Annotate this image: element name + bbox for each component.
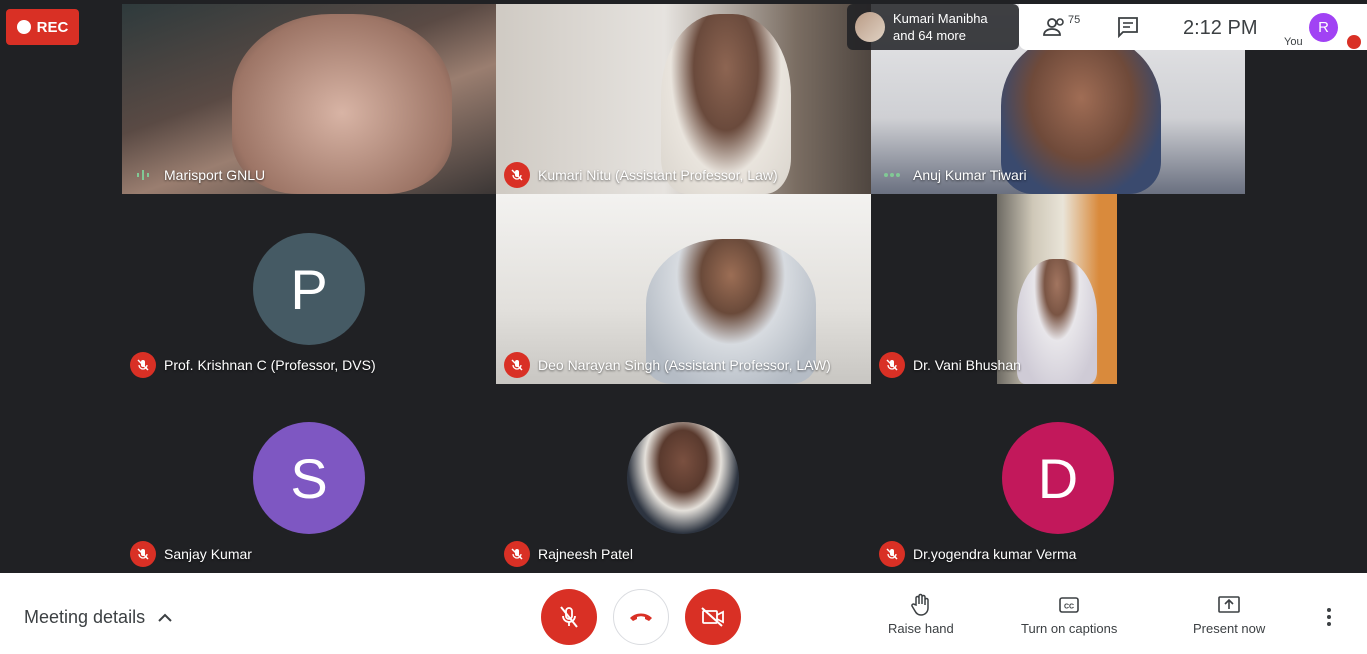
- self-view[interactable]: You R: [1281, 4, 1367, 50]
- participant-tile[interactable]: Deo Narayan Singh (Assistant Professor, …: [496, 194, 871, 384]
- recording-label: REC: [36, 18, 69, 36]
- microphone-toggle-button[interactable]: [541, 589, 597, 645]
- participant-name: Kumari Nitu (Assistant Professor, Law): [538, 167, 778, 183]
- other-participants-chip[interactable]: Kumari Manibha and 64 more: [847, 4, 1019, 50]
- participant-name: Deo Narayan Singh (Assistant Professor, …: [538, 357, 831, 373]
- mic-off-icon: [560, 606, 578, 628]
- camera-toggle-button[interactable]: [685, 589, 741, 645]
- others-name: Kumari Manibha: [893, 11, 988, 26]
- participant-tile[interactable]: Rajneesh Patel: [496, 384, 871, 573]
- control-bar: Meeting details Raise hand CC Turn on ca…: [0, 573, 1367, 654]
- muted-mic-icon: [130, 352, 156, 378]
- record-dot-icon: [16, 20, 31, 34]
- speaking-indicator-icon: [130, 162, 156, 188]
- meeting-details-label: Meeting details: [24, 607, 146, 627]
- top-info-bar: 75 2:12 PM: [1019, 4, 1281, 50]
- participant-tile[interactable]: Marisport GNLU: [122, 4, 496, 194]
- self-muted-icon: [1347, 35, 1361, 49]
- participant-avatar: [627, 422, 739, 534]
- muted-mic-icon: [879, 541, 905, 567]
- leave-call-button[interactable]: [613, 589, 669, 645]
- more-vert-icon: [1327, 608, 1331, 626]
- participant-name: Sanjay Kumar: [164, 546, 252, 562]
- hang-up-icon: [630, 613, 652, 621]
- present-now-label: Present now: [1193, 621, 1266, 636]
- clock: 2:12 PM: [1183, 17, 1258, 39]
- participant-avatar: S: [253, 422, 365, 534]
- participant-name: Dr. Vani Bhushan: [913, 357, 1021, 373]
- muted-mic-icon: [130, 541, 156, 567]
- participant-count: 75: [1068, 14, 1081, 26]
- participant-tile[interactable]: D Dr.yogendra kumar Verma: [871, 384, 1245, 573]
- svg-text:CC: CC: [1064, 604, 1074, 611]
- meeting-details-button[interactable]: Meeting details: [24, 607, 173, 628]
- chat-icon: [1118, 17, 1138, 39]
- participant-name: Prof. Krishnan C (Professor, DVS): [164, 357, 376, 373]
- captions-button[interactable]: CC Turn on captions: [1021, 593, 1117, 636]
- participant-avatar: D: [1002, 422, 1114, 534]
- participant-name: Rajneesh Patel: [538, 546, 633, 562]
- self-avatar: R: [1309, 13, 1338, 42]
- others-more: and 64 more: [893, 28, 966, 43]
- present-screen-icon: [1218, 596, 1240, 613]
- participant-thumbnail: [855, 12, 885, 42]
- muted-mic-icon: [879, 352, 905, 378]
- participant-tile[interactable]: S Sanjay Kumar: [122, 384, 496, 573]
- speaking-indicator-icon: [879, 162, 905, 188]
- chat-button[interactable]: [1117, 16, 1139, 43]
- hand-icon: [911, 593, 929, 616]
- self-label: You: [1284, 36, 1303, 48]
- people-icon: [1043, 18, 1064, 36]
- more-options-button[interactable]: [1326, 607, 1332, 632]
- participant-tile[interactable]: Kumari Nitu (Assistant Professor, Law): [496, 4, 871, 194]
- camera-off-icon: [701, 607, 724, 627]
- muted-mic-icon: [504, 352, 530, 378]
- raise-hand-label: Raise hand: [888, 621, 954, 636]
- participant-name: Anuj Kumar Tiwari: [913, 167, 1027, 183]
- participant-tile[interactable]: P Prof. Krishnan C (Professor, DVS): [122, 194, 496, 384]
- captions-label: Turn on captions: [1021, 621, 1118, 636]
- present-now-button[interactable]: Present now: [1193, 593, 1265, 636]
- muted-mic-icon: [504, 541, 530, 567]
- recording-indicator[interactable]: REC: [6, 9, 79, 45]
- raise-hand-button[interactable]: Raise hand: [888, 593, 954, 636]
- muted-mic-icon: [504, 162, 530, 188]
- participant-tile[interactable]: Dr. Vani Bhushan: [871, 194, 1245, 384]
- video-grid: Marisport GNLU Kumari Nitu (Assistant Pr…: [0, 0, 1367, 573]
- participant-avatar: P: [253, 233, 365, 345]
- captions-icon: CC: [1059, 597, 1079, 613]
- participant-name: Marisport GNLU: [164, 167, 266, 183]
- people-button[interactable]: [1043, 16, 1067, 43]
- participant-name: Dr.yogendra kumar Verma: [913, 546, 1077, 562]
- chevron-up-icon: [158, 613, 172, 622]
